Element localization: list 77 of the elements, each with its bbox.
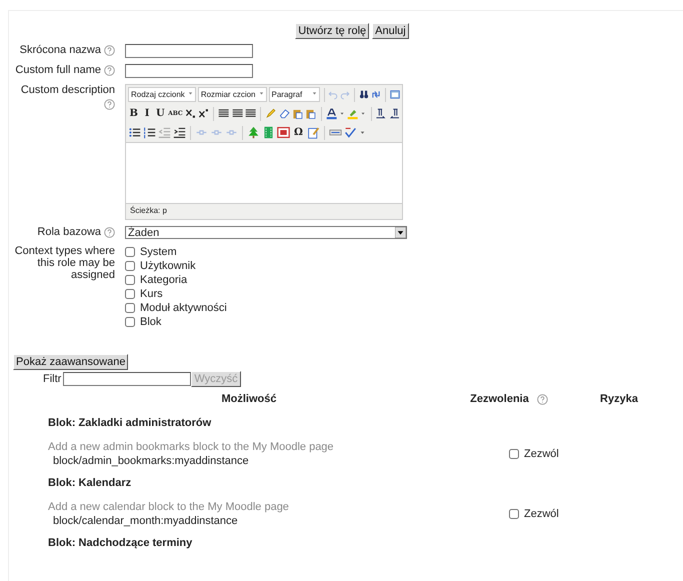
edit-document-icon[interactable] xyxy=(307,126,320,139)
show-advanced-button[interactable]: Pokaż zaawansowane xyxy=(13,354,128,370)
format-button[interactable]: B xyxy=(128,108,140,119)
clipboard-icon[interactable] xyxy=(305,107,317,120)
toolbar-dropdown[interactable]: Paragraf xyxy=(268,87,320,102)
text-direction-icon[interactable] xyxy=(388,107,400,120)
help-icon[interactable] xyxy=(104,99,115,110)
fullscreen-icon[interactable] xyxy=(390,88,400,101)
input-field[interactable] xyxy=(125,64,253,78)
indent-icon[interactable] xyxy=(173,126,186,139)
text-color-icon[interactable] xyxy=(326,107,337,120)
cancel-button[interactable]: Anuluj xyxy=(372,23,409,39)
eraser-icon[interactable] xyxy=(278,107,290,120)
toolbar-dropdown[interactable]: Rodzaj czcionk xyxy=(128,87,196,102)
highlight-icon[interactable] xyxy=(347,107,358,120)
format-button[interactable]: Ω xyxy=(292,127,305,138)
align-icon[interactable] xyxy=(232,107,244,120)
column-header: Ryzyka xyxy=(600,393,638,405)
format-button[interactable]: U xyxy=(154,108,166,119)
checkbox[interactable] xyxy=(125,302,135,312)
format-button[interactable]: I xyxy=(141,108,153,119)
tree-image-icon[interactable] xyxy=(247,126,260,139)
column-header: Zezwolenia xyxy=(470,393,529,405)
help-icon[interactable] xyxy=(104,226,115,238)
group-heading: Blok: Zakladki administratorów xyxy=(48,417,212,431)
dropdown[interactable]: Żaden xyxy=(125,226,407,239)
capability-description: Add a new admin bookmarks block to the My Moodle page xyxy=(48,441,335,453)
checkbox-label: System xyxy=(140,246,177,258)
checkbox-label: Użytkownik xyxy=(140,260,196,272)
group-heading: Blok: Kalendarz xyxy=(48,477,132,491)
toolbar-dropdown[interactable]: Rozmiar czcion xyxy=(198,87,266,102)
subscript-icon[interactable] xyxy=(184,107,196,120)
checkbox[interactable] xyxy=(125,246,135,256)
checkbox-label: Blok xyxy=(140,316,162,328)
field-label: Skrócona nazwa xyxy=(20,44,101,56)
editor-path: Ścieżka: p xyxy=(129,204,168,217)
filter-field[interactable] xyxy=(63,372,192,386)
checkbox-label: Kategoria xyxy=(140,274,188,286)
help-icon[interactable] xyxy=(104,64,115,76)
media-icon[interactable] xyxy=(277,126,290,139)
filter-label: Filtr xyxy=(43,373,62,385)
align-icon[interactable] xyxy=(245,107,256,120)
help-icon[interactable] xyxy=(104,44,115,56)
dropdown-value: Żaden xyxy=(128,226,160,238)
capability-description: Add a new calendar block to the My Moodle page xyxy=(48,501,290,513)
checkbox[interactable] xyxy=(125,316,135,326)
clipboard-icon[interactable] xyxy=(292,107,304,120)
checkbox[interactable] xyxy=(509,449,519,459)
checkbox-label: Moduł aktywności xyxy=(140,302,227,314)
capability-name: block/admin_bookmarks:myaddinstance xyxy=(52,455,250,467)
input-field[interactable] xyxy=(125,44,253,58)
field-label: Custom description xyxy=(20,84,115,96)
align-icon[interactable] xyxy=(218,107,230,120)
column-header: Możliwość xyxy=(221,393,276,405)
text-direction-icon[interactable] xyxy=(375,107,387,120)
checkbox[interactable] xyxy=(125,260,135,270)
field-label: Context types where this role may be assigned xyxy=(14,245,115,281)
pencil-icon[interactable] xyxy=(265,107,277,120)
checkbox[interactable] xyxy=(125,288,135,298)
film-icon[interactable] xyxy=(262,126,275,139)
checkbox[interactable] xyxy=(125,274,135,284)
dropdown-arrow-icon[interactable] xyxy=(395,227,406,238)
create-role-button[interactable]: Utwórz tę rolę xyxy=(295,23,370,39)
checkbox-label: Zezwól xyxy=(524,508,559,520)
help-icon[interactable] xyxy=(536,394,548,404)
field-label: Custom full name xyxy=(15,64,101,76)
numbered-list-icon[interactable] xyxy=(143,126,156,139)
spellcheck-icon[interactable] xyxy=(344,126,357,139)
checkbox[interactable] xyxy=(509,509,519,519)
bulleted-list-icon[interactable] xyxy=(128,126,141,139)
superscript-icon[interactable] xyxy=(198,107,210,120)
checkbox-label: Zezwól xyxy=(524,448,559,460)
binoculars-icon[interactable] xyxy=(359,88,370,101)
group-heading: Blok: Nadchodzące terminy xyxy=(48,537,194,551)
capability-name: block/calendar_month:myaddinstance xyxy=(52,515,239,527)
field-label: Rola bazowa xyxy=(37,226,101,238)
checkbox-label: Kurs xyxy=(140,288,163,300)
